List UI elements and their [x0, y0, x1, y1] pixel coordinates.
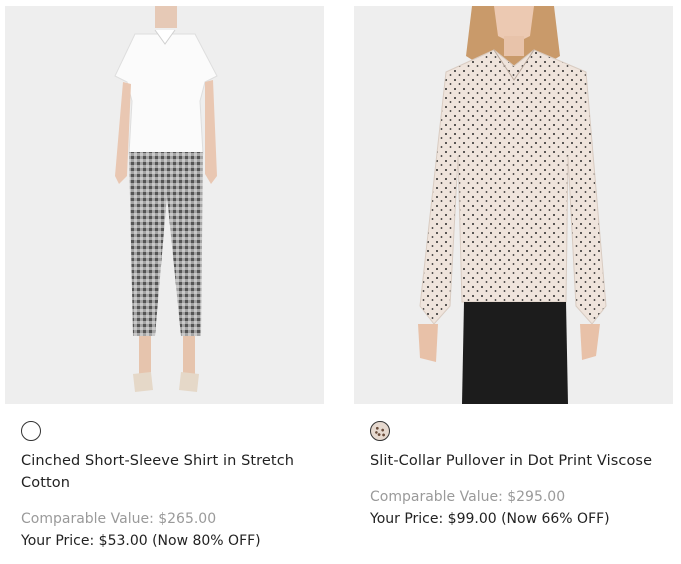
product-image[interactable]	[5, 6, 324, 404]
your-price: Your Price: $99.00 (Now 66% OFF)	[370, 511, 610, 527]
comparable-value: Comparable Value: $265.00	[21, 511, 217, 527]
product-name[interactable]: Cinched Short-Sleeve Shirt in Stretch Co…	[21, 450, 311, 494]
comparable-value: Comparable Value: $295.00	[370, 489, 566, 505]
product-image[interactable]	[354, 6, 673, 404]
product-card[interactable]: Slit-Collar Pullover in Dot Print Viscos…	[354, 6, 673, 527]
color-swatch[interactable]	[370, 421, 390, 441]
your-price: Your Price: $53.00 (Now 80% OFF)	[21, 533, 261, 549]
product-card[interactable]: Cinched Short-Sleeve Shirt in Stretch Co…	[5, 6, 324, 549]
product-name[interactable]: Slit-Collar Pullover in Dot Print Viscos…	[370, 450, 660, 472]
color-swatch[interactable]	[21, 421, 41, 441]
